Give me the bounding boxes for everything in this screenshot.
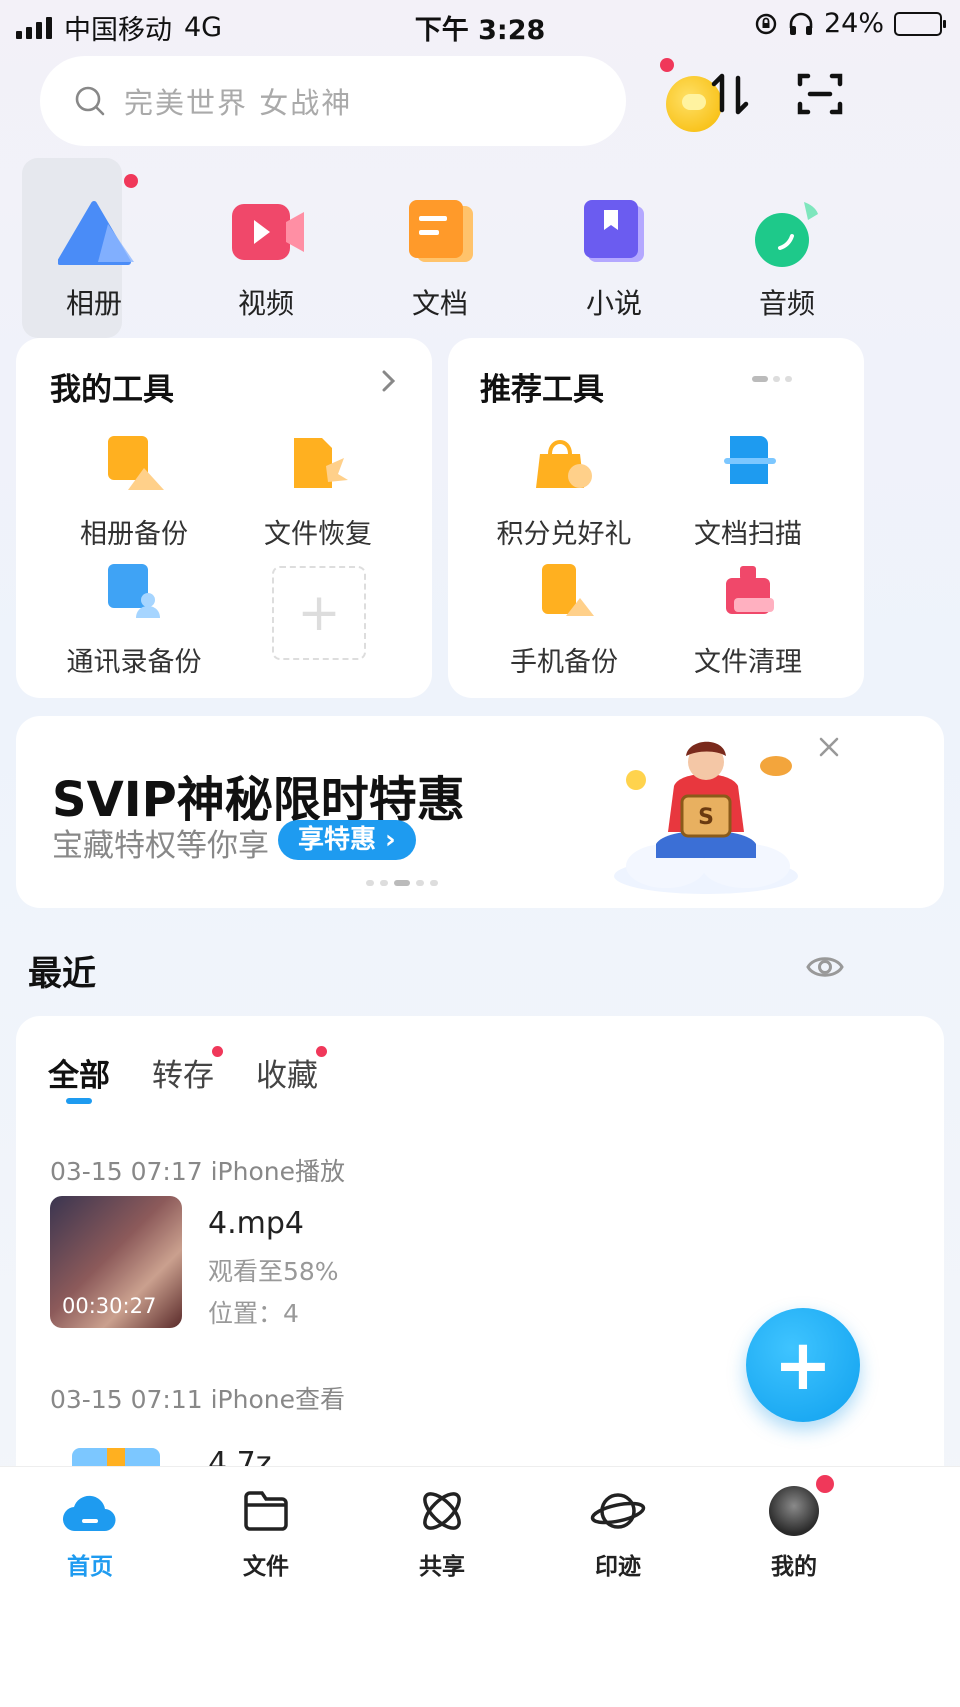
avatar-badge [816,1475,834,1493]
recommended-tools-title: 推荐工具 [480,372,604,408]
transfer-icon[interactable] [702,66,758,122]
category-label: 音频 [758,287,815,320]
entry-meta: 03-15 07:17 iPhone播放 [50,1157,345,1186]
battery-percent: 24% [823,8,884,39]
nav-label: 文件 [243,1554,289,1580]
category-album[interactable]: 相册 [34,180,154,322]
recommended-tools-card: 推荐工具 积分兑好礼 文档扫描 手机备份 文件清理 [448,338,864,698]
scan-icon[interactable] [792,66,848,122]
tab-all[interactable]: 全部 [48,1050,110,1095]
add-button[interactable]: + [746,1308,860,1422]
banner-dots [366,880,438,886]
coin-badge [660,58,674,72]
home-cloud-icon [62,1495,116,1532]
search-placeholder: 完美世界 女战神 [124,86,353,120]
chevron-right-icon[interactable] [378,368,398,394]
file-cleanup-icon [720,564,776,620]
video-thumbnail[interactable]: 00:30:27 [50,1196,182,1328]
category-document[interactable]: 文档 [380,180,500,322]
add-tool-button[interactable]: + [272,566,366,660]
tool-label: 文档扫描 [694,519,802,550]
tab-transfer[interactable]: 转存 [152,1050,214,1095]
rotation-lock-icon [755,13,777,34]
tool-label: 相册备份 [80,519,188,550]
tool-label: 文件清理 [694,647,802,678]
tool-points-gift[interactable]: 积分兑好礼 [464,436,664,551]
nav-label: 首页 [67,1554,113,1580]
svip-banner[interactable]: SVIP神秘限时特惠 宝藏特权等你享 享特惠 › S [16,716,944,908]
audio-icon [751,200,823,268]
nav-home[interactable]: 首页 [30,1481,150,1581]
nav-share[interactable]: 共享 [382,1481,502,1581]
tab-badge [212,1046,223,1057]
contacts-backup-icon [106,564,162,620]
nav-label: 共享 [419,1554,465,1580]
close-icon[interactable] [816,734,842,760]
document-icon [404,200,476,268]
avatar [769,1486,819,1536]
tool-label: 积分兑好礼 [496,519,632,550]
planet-icon [590,1493,646,1529]
battery-icon [894,11,946,36]
my-tools-title: 我的工具 [50,372,174,408]
tool-phone-backup[interactable]: 手机备份 [464,564,664,679]
bottom-nav: 首页 文件 共享 印迹 我的 [0,1466,960,1707]
document-scan-icon [720,436,776,492]
album-icon [57,200,134,268]
tab-favorites[interactable]: 收藏 [256,1050,318,1095]
category-row: 相册 视频 文档 小说 音频 [0,174,960,340]
tool-contacts-backup[interactable]: 通讯录备份 [34,564,234,679]
eye-icon[interactable] [806,952,844,982]
category-label: 视频 [237,287,294,320]
video-duration: 00:30:27 [62,1294,157,1318]
file-name[interactable]: 4.mp4 [208,1206,304,1241]
headphones-icon [789,12,813,35]
category-label: 小说 [585,287,642,320]
recent-title: 最近 [28,954,96,994]
my-tools-card: 我的工具 相册备份 文件恢复 通讯录备份 + [16,338,432,698]
category-label: 文档 [411,287,468,320]
playback-position: 位置：4 [208,1299,299,1328]
category-label: 相册 [65,287,122,320]
svg-text:S: S [698,805,714,830]
tool-document-scan[interactable]: 文档扫描 [648,436,848,551]
category-audio[interactable]: 音频 [727,180,847,322]
active-tab-indicator [66,1098,92,1104]
points-gift-icon [536,436,592,492]
tool-album-backup[interactable]: 相册备份 [34,436,234,551]
tab-badge [316,1046,327,1057]
nav-label: 印迹 [595,1554,641,1580]
tool-file-cleanup[interactable]: 文件清理 [648,564,848,679]
nav-label: 我的 [771,1554,817,1580]
carousel-dots [752,376,792,382]
album-backup-icon [106,436,164,492]
album-badge [124,174,138,188]
category-novel[interactable]: 小说 [554,180,674,322]
search-icon [75,86,105,116]
file-recovery-icon [290,436,348,492]
category-video[interactable]: 视频 [206,180,326,322]
banner-cta-button[interactable]: 享特惠 › [278,820,416,860]
nav-files[interactable]: 文件 [206,1481,326,1581]
entry-meta: 03-15 07:11 iPhone查看 [50,1385,345,1414]
tool-label: 通讯录备份 [66,647,202,678]
search-bar[interactable]: 完美世界 女战神 [40,56,626,146]
folder-icon [244,1491,288,1531]
nav-me[interactable]: 我的 [734,1481,854,1581]
banner-illustration: S [614,741,798,894]
novel-icon [578,200,650,268]
tool-file-recovery[interactable]: 文件恢复 [218,436,418,551]
tool-label: 手机备份 [510,647,618,678]
watch-progress: 观看至58% [208,1257,339,1286]
nav-trace[interactable]: 印迹 [558,1481,678,1581]
status-bar: 中国移动 4G 下午 3:28 24% [0,0,960,48]
phone-backup-icon [536,564,594,620]
video-icon [230,200,304,268]
banner-subtitle: 宝藏特权等你享 [52,828,269,864]
share-orbit-icon [423,1492,461,1530]
tool-label: 文件恢复 [264,519,372,550]
